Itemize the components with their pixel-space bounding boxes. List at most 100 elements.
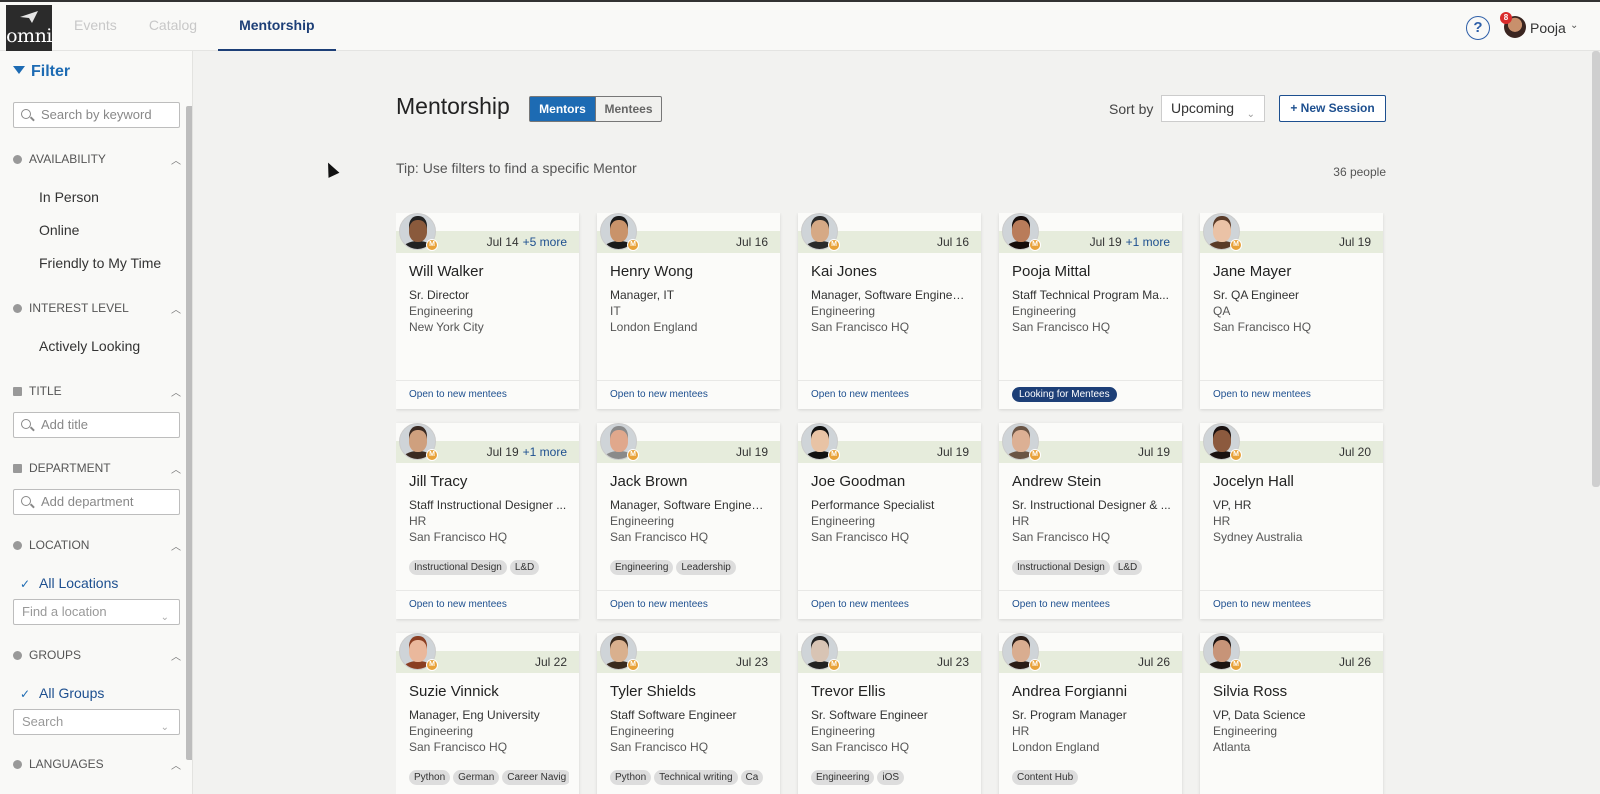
mentor-card[interactable]: M Jul 19 Jack Brown Manager, Software Engin… bbox=[597, 423, 780, 619]
title-input[interactable]: Add title bbox=[13, 412, 180, 438]
people-icon bbox=[13, 651, 22, 660]
mentor-card[interactable]: M Jul 19 Andrew Stein Sr. Instructional Des… bbox=[999, 423, 1182, 619]
tab-mentorship[interactable]: Mentorship bbox=[218, 2, 336, 51]
mentors-toggle-button[interactable]: Mentors bbox=[530, 97, 596, 121]
skill-tag[interactable]: Ca bbox=[740, 770, 764, 785]
sort-select[interactable]: Upcoming ⌄ bbox=[1161, 95, 1265, 122]
tip-text: Tip: Use filters to find a specific Ment… bbox=[396, 160, 637, 176]
location-select[interactable]: Find a location ⌄ bbox=[13, 599, 180, 625]
new-session-button[interactable]: + New Session bbox=[1279, 95, 1386, 122]
mentor-department: Engineering bbox=[610, 724, 675, 738]
chevron-down-icon: ⌄ bbox=[160, 612, 169, 623]
mentor-badge-icon: M bbox=[426, 449, 438, 461]
location-section-header[interactable]: LOCATION ︿ bbox=[13, 538, 181, 554]
filter-sidebar: Filter Search by keyword AVAILABILITY ︿ I… bbox=[0, 51, 193, 794]
mentor-name[interactable]: Will Walker bbox=[409, 263, 483, 280]
mentor-name[interactable]: Tyler Shields bbox=[610, 683, 696, 700]
mentor-card[interactable]: M Jul 26 Silvia Ross VP, Data Science Engine… bbox=[1200, 633, 1383, 794]
tag-icon bbox=[13, 760, 22, 769]
mentor-name[interactable]: Pooja Mittal bbox=[1012, 263, 1090, 280]
skill-tag[interactable]: Engineering bbox=[610, 560, 674, 575]
skill-tag[interactable]: Technical writing bbox=[654, 770, 738, 785]
mentor-badge-icon: M bbox=[828, 239, 840, 251]
skill-tag[interactable]: Instructional Design bbox=[1012, 560, 1110, 575]
mentor-card[interactable]: M Jul 23 Tyler Shields Staff Software Engin… bbox=[597, 633, 780, 794]
availability-section-header[interactable]: AVAILABILITY ︿ bbox=[13, 152, 181, 168]
availability-in-person[interactable]: In Person bbox=[39, 189, 99, 205]
mentor-card[interactable]: M Jul 23 Trevor Ellis Sr. Software Engineer… bbox=[798, 633, 981, 794]
mentor-card[interactable]: M Jul 22 Suzie Vinnick Manager, Eng Univers… bbox=[396, 633, 579, 794]
mentor-location: San Francisco HQ bbox=[811, 740, 910, 754]
mentor-name[interactable]: Jill Tracy bbox=[409, 473, 467, 490]
mentor-department: Engineering bbox=[811, 724, 876, 738]
more-dates-link[interactable]: +5 more bbox=[523, 235, 567, 249]
notification-badge[interactable]: 8 bbox=[1500, 12, 1512, 24]
mentor-location: San Francisco HQ bbox=[610, 740, 709, 754]
mentor-card[interactable]: M Jul 16 Henry Wong Manager, IT IT London Eng… bbox=[597, 213, 780, 409]
more-dates-link[interactable]: +1 more bbox=[523, 445, 567, 459]
mentor-card[interactable]: M Jul 19 Joe Goodman Performance Specialist… bbox=[798, 423, 981, 619]
skill-tag[interactable]: Python bbox=[610, 770, 652, 785]
mentor-name[interactable]: Silvia Ross bbox=[1213, 683, 1287, 700]
session-date: Jul 26 bbox=[1338, 655, 1371, 669]
title-section-header[interactable]: TITLE ︿ bbox=[13, 384, 181, 400]
more-dates-link[interactable]: +1 more bbox=[1126, 235, 1170, 249]
department-input[interactable]: Add department bbox=[13, 489, 180, 515]
mentor-title: Staff Software Engineer bbox=[610, 708, 737, 722]
chevron-up-icon: ︿ bbox=[171, 156, 181, 167]
session-date: Jul 23 bbox=[735, 655, 768, 669]
help-button[interactable]: ? bbox=[1466, 16, 1490, 40]
main-scrollbar[interactable] bbox=[1592, 51, 1600, 487]
paper-plane-icon bbox=[20, 11, 38, 23]
open-to-mentees-label: Open to new mentees bbox=[610, 599, 708, 610]
sidebar-scrollbar[interactable] bbox=[186, 106, 192, 760]
groups-all-groups[interactable]: ✓ All Groups bbox=[20, 685, 104, 701]
interest-actively-looking[interactable]: Actively Looking bbox=[39, 338, 140, 354]
mentor-name[interactable]: Suzie Vinnick bbox=[409, 683, 499, 700]
availability-friendly-time[interactable]: Friendly to My Time bbox=[39, 255, 161, 271]
mentor-card[interactable]: M Jul 26 Andrea Forgianni Sr. Program Manag… bbox=[999, 633, 1182, 794]
mentor-department: HR bbox=[1012, 514, 1030, 528]
keyword-search-input[interactable]: Search by keyword bbox=[13, 102, 180, 128]
tab-catalog[interactable]: Catalog bbox=[138, 2, 208, 51]
mentor-card[interactable]: M Jul 16 Kai Jones Manager, Software Engine… bbox=[798, 213, 981, 409]
mentor-name[interactable]: Jane Mayer bbox=[1213, 263, 1291, 280]
mentor-location: San Francisco HQ bbox=[811, 530, 910, 544]
mentor-badge-icon: M bbox=[1029, 239, 1041, 251]
languages-section-header[interactable]: LANGUAGES ︿ bbox=[13, 757, 181, 773]
mentor-name[interactable]: Jack Brown bbox=[610, 473, 688, 490]
mentor-name[interactable]: Trevor Ellis bbox=[811, 683, 885, 700]
skill-tag[interactable]: L&D bbox=[509, 560, 540, 575]
groups-select[interactable]: Search ⌄ bbox=[13, 709, 180, 735]
skill-tag[interactable]: German bbox=[453, 770, 500, 785]
skill-tag[interactable]: Leadership bbox=[676, 560, 736, 575]
skill-tag[interactable]: L&D bbox=[1112, 560, 1143, 575]
mentor-card[interactable]: M Jul 19 +1 more Pooja Mittal Staff Technica… bbox=[999, 213, 1182, 409]
skill-tag[interactable]: Engineering bbox=[811, 770, 875, 785]
skill-tag[interactable]: Python bbox=[409, 770, 451, 785]
skill-tag[interactable]: Career Navig bbox=[502, 770, 569, 785]
people-count: 36 people bbox=[1333, 165, 1386, 179]
mentor-name[interactable]: Kai Jones bbox=[811, 263, 877, 280]
mentor-card[interactable]: M Jul 14 +5 more Will Walker Sr. Director Eng… bbox=[396, 213, 579, 409]
mentor-name[interactable]: Andrew Stein bbox=[1012, 473, 1101, 490]
mentees-toggle-button[interactable]: Mentees bbox=[596, 97, 661, 121]
location-all-locations[interactable]: ✓ All Locations bbox=[20, 575, 118, 591]
card-footer: Open to new mentees bbox=[1200, 590, 1383, 619]
mentor-card[interactable]: M Jul 19 +1 more Jill Tracy Staff Instructio… bbox=[396, 423, 579, 619]
mentor-name[interactable]: Henry Wong bbox=[610, 263, 693, 280]
availability-online[interactable]: Online bbox=[39, 222, 79, 238]
mentor-card[interactable]: M Jul 19 Jane Mayer Sr. QA Engineer QA San Fr… bbox=[1200, 213, 1383, 409]
groups-section-header[interactable]: GROUPS ︿ bbox=[13, 648, 181, 664]
omni-logo[interactable]: omni bbox=[6, 5, 52, 51]
mentor-name[interactable]: Andrea Forgianni bbox=[1012, 683, 1127, 700]
skill-tag[interactable]: iOS bbox=[877, 770, 905, 785]
mentor-name[interactable]: Jocelyn Hall bbox=[1213, 473, 1294, 490]
tab-events[interactable]: Events bbox=[63, 2, 128, 51]
mentor-name[interactable]: Joe Goodman bbox=[811, 473, 905, 490]
skill-tag[interactable]: Instructional Design bbox=[409, 560, 507, 575]
skill-tag[interactable]: Content Hub bbox=[1012, 770, 1079, 785]
interest-section-header[interactable]: INTEREST LEVEL ︿ bbox=[13, 301, 181, 317]
mentor-card[interactable]: M Jul 20 Jocelyn Hall VP, HR HR Sydney Austra… bbox=[1200, 423, 1383, 619]
department-section-header[interactable]: DEPARTMENT ︿ bbox=[13, 461, 181, 477]
